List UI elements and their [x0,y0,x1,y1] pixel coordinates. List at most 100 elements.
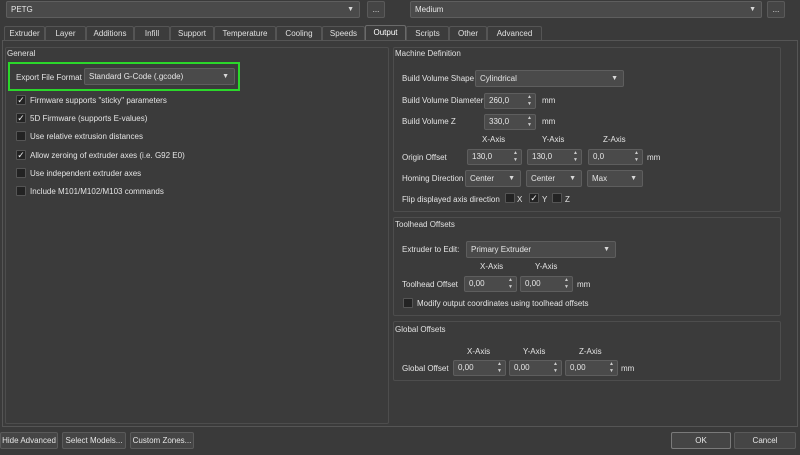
general-checkbox[interactable] [16,131,26,142]
toolhead-offset-y-value: 0,00 [525,279,541,288]
global-offset-label: Global Offset [402,364,449,373]
flip-z-label: Z [565,195,570,204]
tab-additions[interactable]: Additions [86,26,134,40]
tab-layer[interactable]: Layer [45,26,86,40]
chevron-down-icon: ▼ [630,175,637,182]
chevron-down-icon: ▼ [749,6,756,13]
tab-advanced[interactable]: Advanced [487,26,542,40]
homing-x-value: Center [470,174,495,183]
toolhead-offset-x-value: 0,00 [469,279,485,288]
chevron-down-icon: ▼ [508,175,515,182]
tab-cooling[interactable]: Cooling [276,26,322,40]
global-offset-y-input[interactable]: 0,00 ▲ ▼ [509,360,562,376]
material-select[interactable]: PETG ▼ [6,1,360,18]
flip-x-checkbox[interactable] [505,193,515,203]
toolhead-offset-unit: mm [577,280,591,289]
material-more-button[interactable]: ... [367,1,385,18]
modify-output-label: Modify output coordinates using toolhead… [417,299,589,308]
tab-temperature[interactable]: Temperature [214,26,276,40]
spin-arrows-icon[interactable]: ▲ ▼ [506,277,515,291]
global-offset-x-input[interactable]: 0,00 ▲ ▼ [453,360,506,376]
build-volume-shape-value: Cylindrical [480,74,517,83]
build-volume-diameter-input[interactable]: 260,0 ▲ ▼ [484,93,536,109]
homing-direction-label: Homing Direction [402,174,464,183]
axis-z-header: Z-Axis [603,135,626,144]
tab-output[interactable]: Output [365,25,406,40]
tab-scripts[interactable]: Scripts [406,26,449,40]
general-checkbox[interactable] [16,186,26,196]
extruder-to-edit-select[interactable]: Primary Extruder ▼ [466,241,616,258]
origin-offset-z-input[interactable]: 0,0 ▲ ▼ [588,149,643,165]
chevron-down-icon: ▼ [611,75,618,82]
export-format-value: Standard G-Code (.gcode) [89,72,184,81]
build-volume-z-label: Build Volume Z [402,117,456,126]
spin-arrows-icon[interactable]: ▲ ▼ [525,94,534,108]
build-volume-shape-select[interactable]: Cylindrical ▼ [475,70,624,87]
origin-offset-x-input[interactable]: 130,0 ▲ ▼ [467,149,522,165]
global-axis-y-header: Y-Axis [523,347,546,356]
spin-arrows-icon[interactable]: ▲ ▼ [562,277,571,291]
flip-z-checkbox[interactable] [552,193,562,203]
export-format-select[interactable]: Standard G-Code (.gcode) ▼ [84,68,235,85]
flip-y-label: Y [542,195,548,204]
modify-output-checkbox[interactable] [403,298,413,308]
homing-z-value: Max [592,174,608,183]
general-title: General [7,49,36,58]
spin-arrows-icon[interactable]: ▲ ▼ [511,150,520,164]
quality-more-button[interactable]: ... [767,1,785,18]
origin-offset-label: Origin Offset [402,153,447,162]
material-value: PETG [11,5,33,14]
global-axis-z-header: Z-Axis [579,347,602,356]
toolhead-axis-y-header: Y-Axis [535,262,558,271]
chevron-down-icon: ▼ [222,73,229,80]
homing-y-value: Center [531,174,556,183]
spin-arrows-icon[interactable]: ▲ ▼ [551,361,560,375]
select-models-button[interactable]: Select Models... [62,432,126,449]
origin-offset-unit: mm [647,153,661,162]
spin-arrows-icon[interactable]: ▲ ▼ [632,150,641,164]
homing-x-select[interactable]: Center ▼ [465,170,521,187]
machine-definition-title: Machine Definition [395,49,461,58]
export-format-label: Export File Format [16,73,82,82]
homing-y-select[interactable]: Center ▼ [526,170,582,187]
build-volume-diameter-unit: mm [542,96,556,105]
toolhead-offset-x-input[interactable]: 0,00 ▲ ▼ [464,276,517,292]
origin-offset-y-value: 130,0 [532,152,553,161]
tab-other[interactable]: Other [449,26,487,40]
toolhead-offsets-title: Toolhead Offsets [395,220,455,229]
ok-button[interactable]: OK [671,432,731,449]
general-checkbox[interactable] [16,167,26,178]
general-checkbox-label: Include M101/M102/M103 commands [30,187,164,196]
tab-support[interactable]: Support [170,26,214,40]
homing-z-select[interactable]: Max ▼ [587,170,643,187]
global-offset-z-input[interactable]: 0,00 ▲ ▼ [565,360,618,376]
global-offset-y-value: 0,00 [514,363,530,372]
global-offsets-title: Global Offsets [395,325,446,334]
axis-y-header: Y-Axis [542,135,565,144]
spin-arrows-icon[interactable]: ▲ ▼ [607,361,616,375]
build-volume-shape-label: Build Volume Shape [402,74,475,83]
general-checkbox-label: Use relative extrusion distances [30,132,143,142]
cancel-button[interactable]: Cancel [734,432,796,449]
global-offset-z-value: 0,00 [570,363,586,372]
spin-arrows-icon[interactable]: ▲ ▼ [571,150,580,164]
hide-advanced-button[interactable]: Hide Advanced [0,432,58,449]
general-checkbox[interactable]: ✓ [16,95,26,105]
quality-select[interactable]: Medium ▼ [410,1,762,18]
general-checkbox[interactable]: ✓ [16,149,26,160]
general-checkbox[interactable]: ✓ [16,113,26,124]
spin-arrows-icon[interactable]: ▲ ▼ [525,115,534,129]
tab-infill[interactable]: Infill [134,26,170,40]
toolhead-offset-y-input[interactable]: 0,00 ▲ ▼ [520,276,573,292]
chevron-down-icon: ▼ [569,175,576,182]
origin-offset-y-input[interactable]: 130,0 ▲ ▼ [527,149,582,165]
spin-arrows-icon[interactable]: ▲ ▼ [495,361,504,375]
global-offset-unit: mm [621,364,635,373]
build-volume-z-input[interactable]: 330,0 ▲ ▼ [484,114,536,130]
tab-extruder[interactable]: Extruder [4,26,45,40]
custom-zones-button[interactable]: Custom Zones... [130,432,194,449]
chevron-down-icon: ▼ [347,6,354,13]
tab-speeds[interactable]: Speeds [322,26,365,40]
flip-y-checkbox[interactable]: ✓ [529,193,539,203]
quality-value: Medium [415,5,444,14]
